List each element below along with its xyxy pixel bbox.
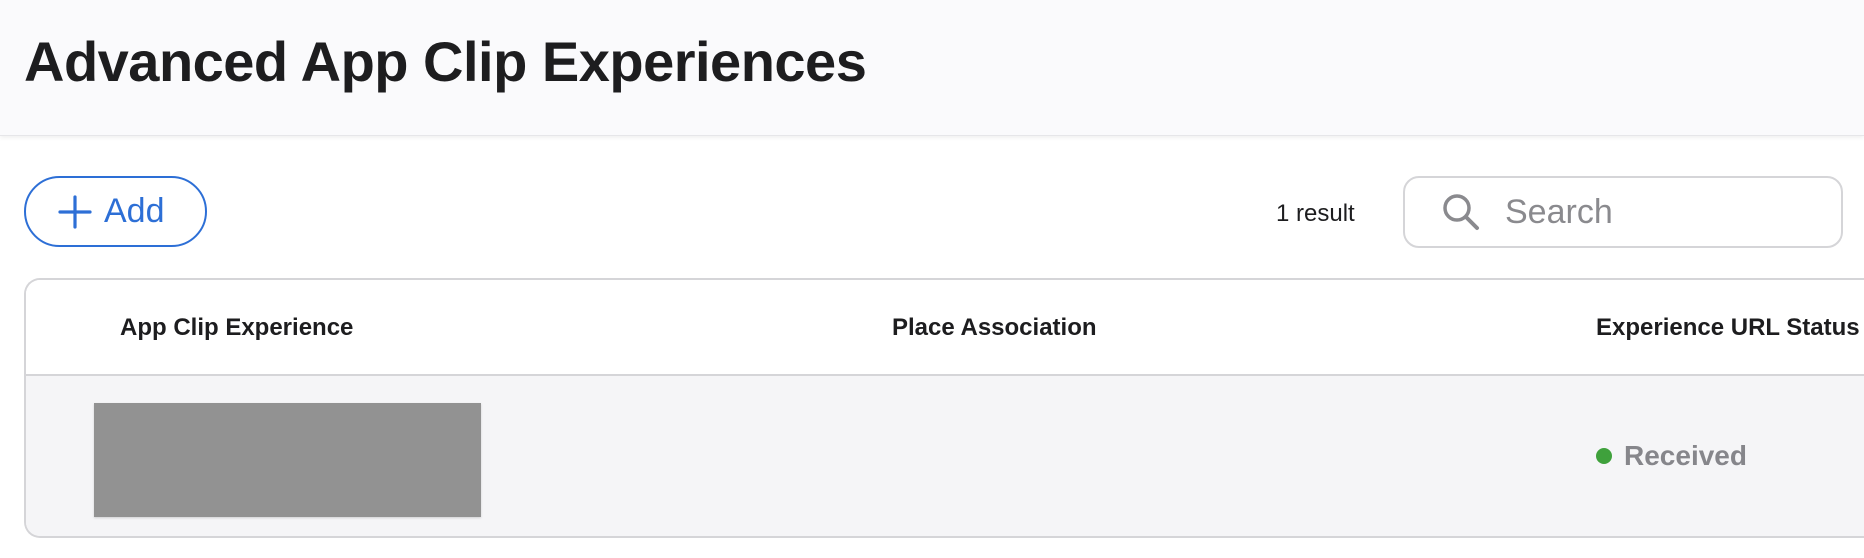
table-header: App Clip Experience Place Association Ex… bbox=[26, 280, 1864, 376]
page-header: Advanced App Clip Experiences bbox=[0, 0, 1864, 136]
plus-icon bbox=[58, 194, 92, 229]
experiences-table: App Clip Experience Place Association Ex… bbox=[24, 278, 1864, 538]
status-badge: Received bbox=[1596, 440, 1747, 472]
page-title: Advanced App Clip Experiences bbox=[24, 30, 867, 93]
add-button[interactable]: Add bbox=[24, 176, 207, 247]
toolbar: Add 1 result bbox=[0, 136, 1864, 278]
search-field[interactable] bbox=[1403, 176, 1843, 248]
status-dot-icon bbox=[1596, 448, 1612, 464]
column-header-app-clip-experience[interactable]: App Clip Experience bbox=[120, 314, 353, 342]
status-text: Received bbox=[1624, 440, 1747, 471]
column-header-experience-url-status[interactable]: Experience URL Status bbox=[1596, 314, 1860, 342]
column-header-place-association[interactable]: Place Association bbox=[892, 314, 1097, 342]
add-button-label: Add bbox=[104, 192, 165, 230]
result-count: 1 result bbox=[1276, 200, 1355, 227]
table-row[interactable]: Received bbox=[26, 376, 1864, 536]
search-input[interactable] bbox=[1505, 178, 1825, 246]
redacted-experience-thumbnail[interactable] bbox=[94, 403, 481, 517]
search-icon bbox=[1441, 192, 1481, 237]
